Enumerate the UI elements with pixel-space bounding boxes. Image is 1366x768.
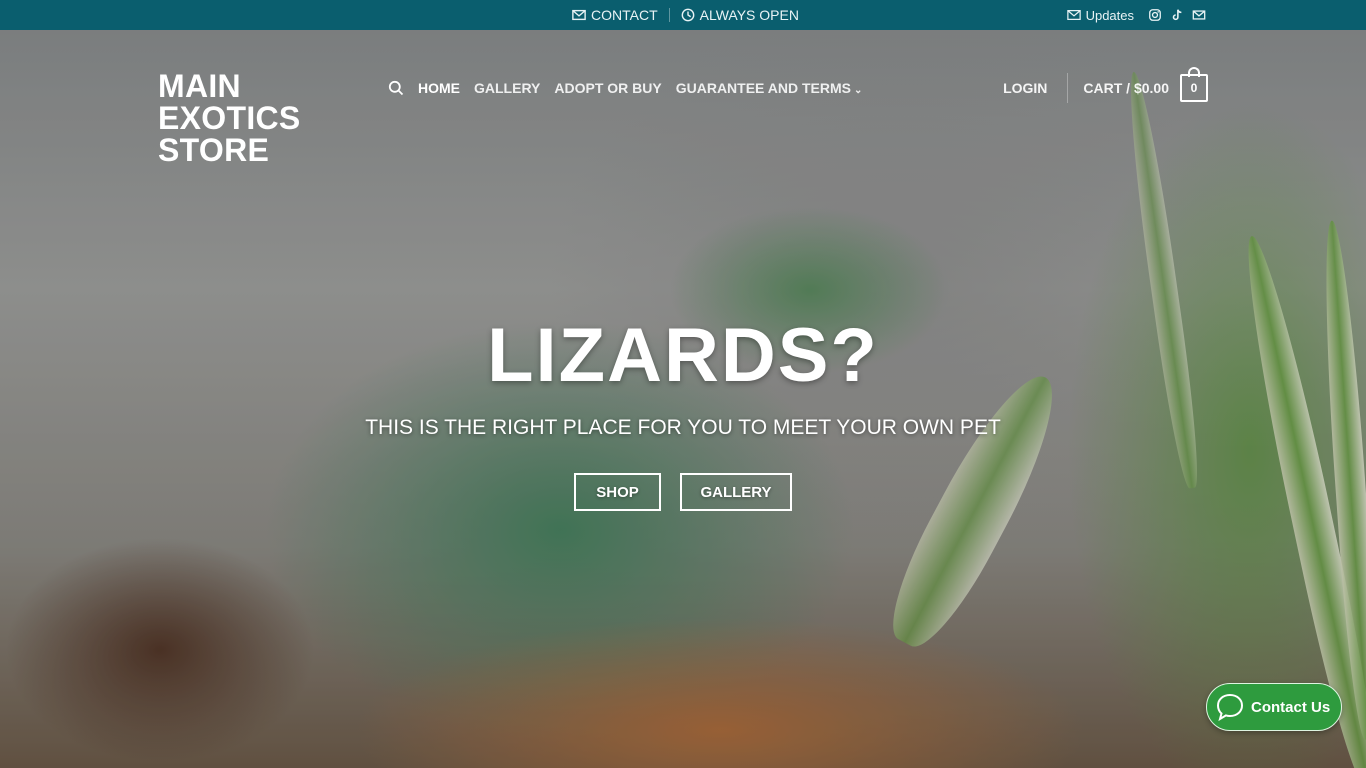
top-bar-center: CONTACT ALWAYS OPEN — [572, 0, 799, 30]
gallery-button[interactable]: GALLERY — [680, 473, 792, 511]
top-bar-right: Updates — [1066, 0, 1206, 30]
email-icon[interactable] — [1192, 8, 1206, 22]
top-bar: CONTACT ALWAYS OPEN Updates — [0, 0, 1366, 30]
contact-us-widget[interactable]: Contact Us — [1206, 683, 1342, 731]
contact-label: CONTACT — [591, 7, 658, 23]
nav-guarantee-and-terms[interactable]: GUARANTEE AND TERMS ⌄ — [676, 80, 863, 96]
chat-bubble-icon — [1215, 692, 1245, 722]
nav-home[interactable]: HOME — [418, 80, 460, 96]
nav-guarantee-label: GUARANTEE AND TERMS — [675, 80, 851, 96]
logo-line: STORE — [158, 132, 270, 168]
shop-button[interactable]: SHOP — [574, 473, 661, 511]
cart-link[interactable]: CART / $0.00 — [1083, 80, 1169, 96]
main-nav: HOME GALLERY ADOPT OR BUY GUARANTEE AND … — [388, 78, 862, 98]
updates-link[interactable]: Updates — [1066, 7, 1134, 23]
clock-icon — [681, 8, 695, 22]
nav-adopt-or-buy[interactable]: ADOPT OR BUY — [554, 80, 661, 96]
logo-line: EXOTICS — [158, 100, 301, 136]
tiktok-icon[interactable] — [1170, 8, 1184, 22]
site-logo[interactable]: MAIN EXOTICS STORE — [158, 70, 338, 166]
hero-subheadline: THIS IS THE RIGHT PLACE FOR YOU TO MEET … — [365, 416, 1001, 439]
cart-icon[interactable]: 0 — [1180, 67, 1208, 102]
hero-headline: LIZARDS? — [487, 313, 879, 398]
hours-link[interactable]: ALWAYS OPEN — [681, 7, 799, 23]
divider — [668, 8, 670, 22]
search-icon[interactable] — [388, 80, 404, 96]
contact-link[interactable]: CONTACT — [572, 7, 658, 23]
chevron-down-icon: ⌄ — [853, 85, 863, 96]
hero-buttons: SHOP GALLERY — [0, 473, 1366, 511]
divider — [1067, 73, 1069, 103]
nav-gallery[interactable]: GALLERY — [474, 80, 540, 96]
envelope-icon — [1066, 8, 1081, 22]
contact-us-label: Contact Us — [1251, 698, 1331, 716]
cart-count: 0 — [1190, 81, 1198, 95]
envelope-icon — [572, 8, 586, 22]
instagram-icon[interactable] — [1148, 8, 1162, 22]
login-link[interactable]: LOGIN — [1003, 80, 1047, 96]
logo-line: MAIN — [158, 68, 241, 104]
account-nav: LOGIN CART / $0.00 0 — [1003, 67, 1208, 105]
updates-label: Updates — [1085, 7, 1134, 23]
hours-label: ALWAYS OPEN — [699, 7, 799, 23]
